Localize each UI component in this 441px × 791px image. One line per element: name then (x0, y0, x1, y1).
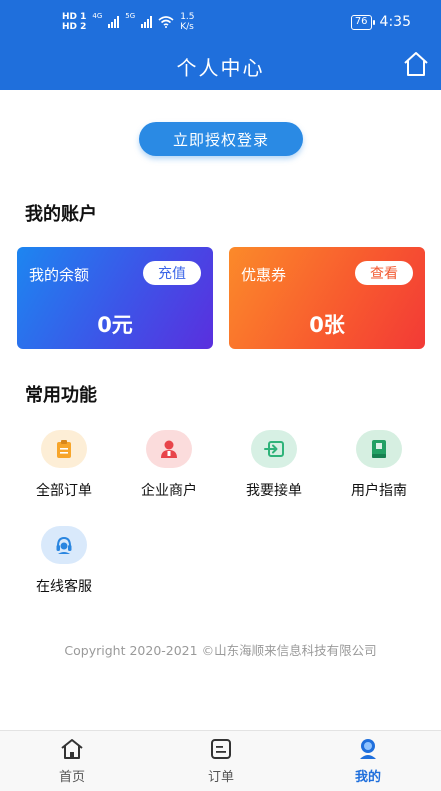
copyright-text: Copyright 2020-2021 ©山东海顺来信息科技有限公司 (64, 643, 377, 658)
signal-icon (108, 16, 120, 28)
status-right: 76 4:35 (350, 14, 411, 30)
coupon-label: 优惠券 (241, 266, 287, 284)
func-all-orders[interactable]: 全部订单 (14, 430, 114, 502)
page-title: 个人中心 (176, 56, 265, 80)
balance-value: 0元 (97, 313, 133, 337)
clipboard-icon (41, 430, 87, 468)
status-bar: HD 1 HD 2 4G 5G 1.5 K/s 76 4:35 (0, 0, 441, 40)
network-label-2: HD 2 (62, 22, 87, 32)
func-label: 在线客服 (36, 579, 92, 595)
func-label: 企业商户 (141, 483, 197, 499)
tab-label: 订单 (207, 770, 234, 785)
status-left: HD 1 HD 2 4G 5G 1.5 K/s (62, 12, 195, 32)
signal-icon-2 (141, 16, 153, 28)
cell-label-2: 5G (125, 12, 136, 20)
balance-label: 我的余额 (29, 266, 90, 284)
wifi-icon (158, 16, 174, 28)
tab-home[interactable]: 首页 (32, 737, 112, 785)
battery-icon: 76 (350, 14, 375, 30)
authorize-login-button[interactable]: 立即授权登录 (139, 122, 303, 156)
func-online-service[interactable]: 在线客服 (14, 526, 114, 598)
main-content: 立即授权登录 我的账户 我的余额 充值 0元 优惠券 查看 0张 常用功能 全部… (0, 90, 441, 730)
order-icon (211, 739, 231, 759)
tab-label: 首页 (58, 770, 85, 785)
functions-section-title: 常用功能 (25, 385, 97, 406)
network-label-1: HD 1 (62, 12, 87, 22)
net-speed-unit: K/s (180, 22, 194, 32)
profile-icon (360, 739, 376, 759)
home-icon[interactable] (401, 50, 431, 78)
func-accept-order[interactable]: 我要接单 (224, 430, 324, 502)
home-icon (61, 739, 83, 759)
coupon-card[interactable]: 优惠券 查看 0张 (229, 247, 425, 349)
account-section-title: 我的账户 (25, 204, 97, 225)
tab-mine[interactable]: 我的 (328, 737, 408, 785)
balance-card[interactable]: 我的余额 充值 0元 (17, 247, 213, 349)
tab-label: 我的 (354, 770, 381, 785)
clock: 4:35 (379, 14, 411, 30)
accept-order-icon (251, 430, 297, 468)
func-label: 全部订单 (36, 483, 92, 499)
tab-orders[interactable]: 订单 (181, 737, 261, 785)
func-user-guide[interactable]: 用户指南 (329, 430, 429, 502)
func-enterprise-merchant[interactable]: 企业商户 (119, 430, 219, 502)
net-speed: 1.5 (180, 12, 195, 22)
bottom-tab-bar: 首页 订单 我的 (0, 730, 441, 791)
view-coupon-button[interactable]: 查看 (355, 261, 413, 285)
func-label: 用户指南 (351, 483, 407, 499)
merchant-icon (146, 430, 192, 468)
recharge-button[interactable]: 充值 (143, 261, 201, 285)
book-icon (356, 430, 402, 468)
top-bar: HD 1 HD 2 4G 5G 1.5 K/s 76 4:35 个人中心 (0, 0, 441, 90)
headset-icon (41, 526, 87, 564)
func-label: 我要接单 (246, 483, 302, 499)
coupon-value: 0张 (309, 313, 345, 337)
cell-label-1: 4G (92, 12, 103, 20)
